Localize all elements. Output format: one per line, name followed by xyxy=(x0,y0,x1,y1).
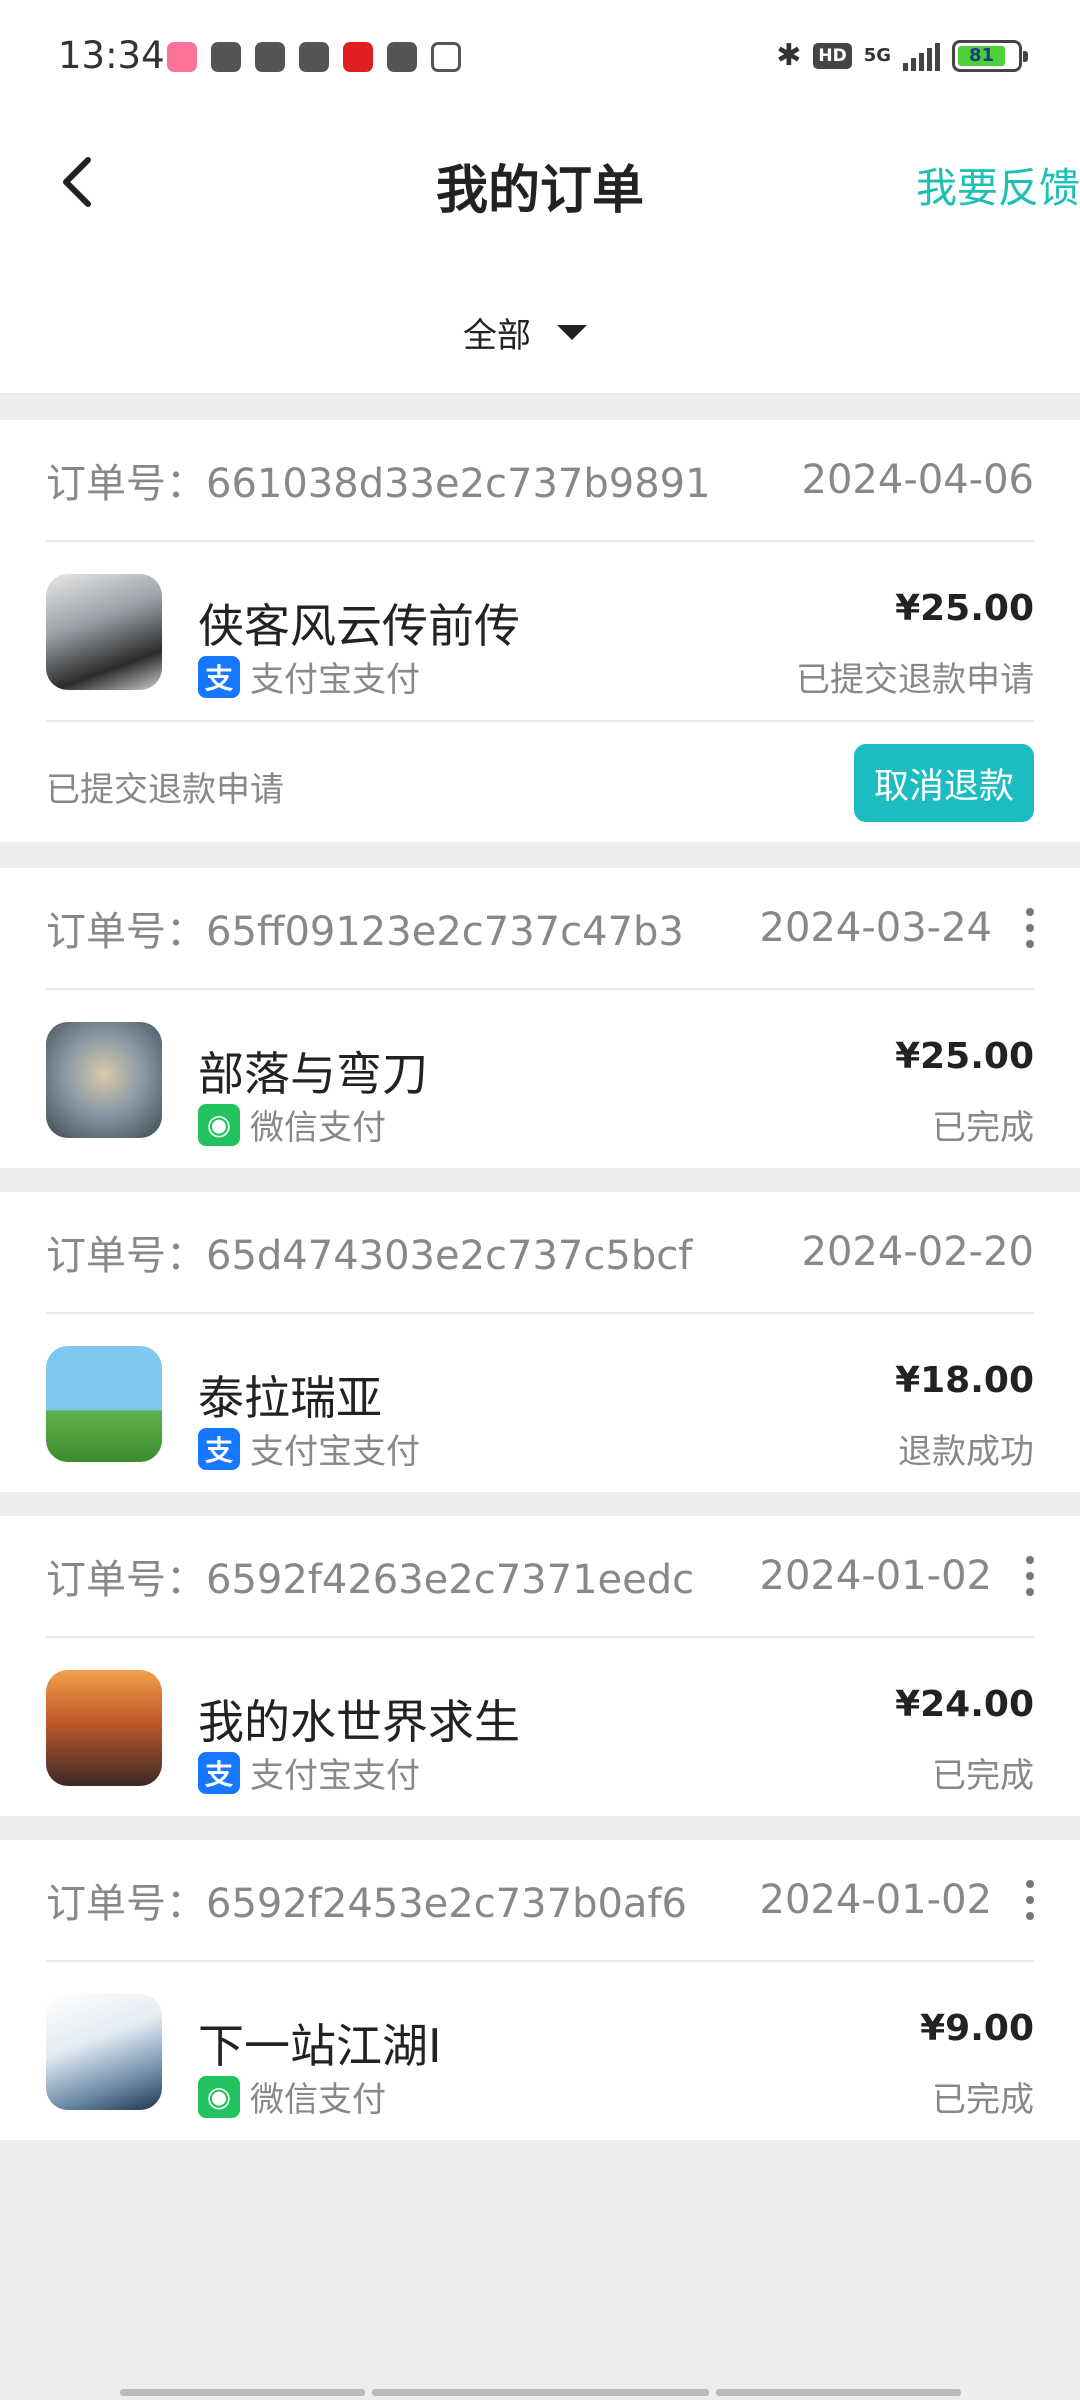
app-icon xyxy=(46,1670,162,1786)
order-price: ¥25.00 xyxy=(895,588,1034,629)
header: 我的订单 我要反馈 xyxy=(0,116,1080,246)
order-price: ¥18.00 xyxy=(895,1360,1034,1401)
battery-icon: 81 xyxy=(952,39,1028,72)
order-status: 已完成 xyxy=(932,1756,1034,1796)
app-name: 部落与弯刀 xyxy=(198,1047,428,1101)
order-item[interactable]: 我的水世界求生 支 支付宝支付 ¥24.00 已完成 xyxy=(46,1638,1034,1816)
nav-segment xyxy=(120,2389,365,2396)
wechat-pay-icon: ◉ xyxy=(198,1103,240,1146)
order-number: 订单号：661038d33e2c737b9891 xyxy=(46,461,711,507)
network-type: 5G xyxy=(863,44,891,66)
order-status: 已完成 xyxy=(932,2080,1034,2120)
payment-method-label: 支付宝支付 xyxy=(250,1756,420,1796)
filter-label: 全部 xyxy=(463,316,531,356)
nav-segment xyxy=(716,2389,961,2396)
order-date: 2024-03-24 xyxy=(759,905,992,951)
order-date: 2024-02-20 xyxy=(801,1229,1034,1275)
payment-method-label: 微信支付 xyxy=(250,1108,386,1148)
filter-bar: 全部 xyxy=(0,246,1080,393)
order-header: 订单号：661038d33e2c737b9891 2024-04-06 xyxy=(46,420,1034,542)
app-icon xyxy=(46,574,162,690)
hd-badge: HD xyxy=(813,42,852,69)
gesture-navigation-bar[interactable] xyxy=(0,2384,1080,2400)
bluetooth-icon: ✱ xyxy=(776,38,802,73)
handshake-icon xyxy=(431,42,461,72)
order-number: 订单号：65d474303e2c737c5bcf xyxy=(46,1233,693,1279)
status-indicators: ✱ HD 5G 81 xyxy=(776,38,1028,73)
order-price: ¥9.00 xyxy=(920,2008,1034,2049)
order-date: 2024-01-02 xyxy=(759,1877,992,1923)
refund-status-text: 已提交退款申请 xyxy=(46,770,284,810)
order-date: 2024-01-02 xyxy=(759,1553,992,1599)
order-price: ¥24.00 xyxy=(895,1684,1034,1725)
bilibili-icon xyxy=(167,42,197,72)
signal-icon xyxy=(903,41,940,71)
payment-method: ◉ 微信支付 xyxy=(198,1100,386,1149)
app-icon xyxy=(46,1346,162,1462)
app-name: 我的水世界求生 xyxy=(198,1695,520,1749)
order-header: 订单号：65ff09123e2c737c47b3 2024-03-24 xyxy=(46,868,1034,990)
status-bar: 13:34 ✱ HD 5G 81 xyxy=(0,0,1080,116)
order-item[interactable]: 侠客风云传前传 支 支付宝支付 ¥25.00 已提交退款申请 xyxy=(46,542,1034,720)
payment-method: ◉ 微信支付 xyxy=(198,2072,386,2121)
order-header: 订单号：65d474303e2c737c5bcf 2024-02-20 xyxy=(46,1192,1034,1314)
order-date: 2024-04-06 xyxy=(801,457,1034,503)
order-card[interactable]: 订单号：65d474303e2c737c5bcf 2024-02-20 泰拉瑞亚… xyxy=(0,1192,1080,1492)
order-card[interactable]: 订单号：65ff09123e2c737c47b3 2024-03-24 部落与弯… xyxy=(0,868,1080,1168)
more-options-icon[interactable] xyxy=(1026,1880,1034,1920)
order-item[interactable]: 部落与弯刀 ◉ 微信支付 ¥25.00 已完成 xyxy=(46,990,1034,1168)
battery-level: 81 xyxy=(958,45,1005,66)
order-card[interactable]: 订单号：661038d33e2c737b9891 2024-04-06 侠客风云… xyxy=(0,420,1080,842)
mail-icon xyxy=(387,42,417,72)
order-card[interactable]: 订单号：6592f2453e2c737b0af6 2024-01-02 下一站江… xyxy=(0,1840,1080,2140)
order-number: 订单号：65ff09123e2c737c47b3 xyxy=(46,909,684,955)
payment-method: 支 支付宝支付 xyxy=(198,1424,420,1473)
caret-down-icon xyxy=(557,325,587,340)
order-footer: 已提交退款申请 取消退款 xyxy=(46,720,1034,842)
app-name: 泰拉瑞亚 xyxy=(198,1371,382,1425)
app-icon xyxy=(46,1022,162,1138)
nav-segment xyxy=(372,2389,709,2396)
app-name: 下一站江湖Ⅰ xyxy=(198,2019,442,2073)
status-time: 13:34 xyxy=(58,34,165,77)
order-number: 订单号：6592f4263e2c7371eedc xyxy=(46,1557,695,1603)
feedback-link[interactable]: 我要反馈 xyxy=(916,154,1080,214)
app-name: 侠客风云传前传 xyxy=(198,599,520,653)
alipay-icon: 支 xyxy=(198,1427,240,1470)
video-play-icon xyxy=(299,42,329,72)
order-number: 订单号：6592f2453e2c737b0af6 xyxy=(46,1881,687,1927)
more-options-icon[interactable] xyxy=(1026,908,1034,948)
order-status: 已完成 xyxy=(932,1108,1034,1148)
order-status: 退款成功 xyxy=(898,1432,1034,1472)
app-icon xyxy=(46,1994,162,2110)
order-item[interactable]: 泰拉瑞亚 支 支付宝支付 ¥18.00 退款成功 xyxy=(46,1314,1034,1492)
more-options-icon[interactable] xyxy=(1026,1556,1034,1596)
payment-method: 支 支付宝支付 xyxy=(198,652,420,701)
alipay-icon: 支 xyxy=(198,655,240,698)
tiktok-icon xyxy=(255,42,285,72)
order-status: 已提交退款申请 xyxy=(796,660,1034,700)
order-card[interactable]: 订单号：6592f4263e2c7371eedc 2024-01-02 我的水世… xyxy=(0,1516,1080,1816)
payment-method-label: 支付宝支付 xyxy=(250,660,420,700)
order-header: 订单号：6592f4263e2c7371eedc 2024-01-02 xyxy=(46,1516,1034,1638)
payment-method: 支 支付宝支付 xyxy=(198,1748,420,1797)
swirl-app-icon xyxy=(211,42,241,72)
filter-dropdown[interactable]: 全部 xyxy=(463,308,587,357)
qidian-icon xyxy=(343,42,373,72)
order-price: ¥25.00 xyxy=(895,1036,1034,1077)
notification-icons xyxy=(167,42,461,72)
order-header: 订单号：6592f2453e2c737b0af6 2024-01-02 xyxy=(46,1840,1034,1962)
order-item[interactable]: 下一站江湖Ⅰ ◉ 微信支付 ¥9.00 已完成 xyxy=(46,1962,1034,2140)
cancel-refund-button[interactable]: 取消退款 xyxy=(854,744,1034,822)
alipay-icon: 支 xyxy=(198,1751,240,1794)
payment-method-label: 微信支付 xyxy=(250,2080,386,2120)
payment-method-label: 支付宝支付 xyxy=(250,1432,420,1472)
wechat-pay-icon: ◉ xyxy=(198,2075,240,2118)
